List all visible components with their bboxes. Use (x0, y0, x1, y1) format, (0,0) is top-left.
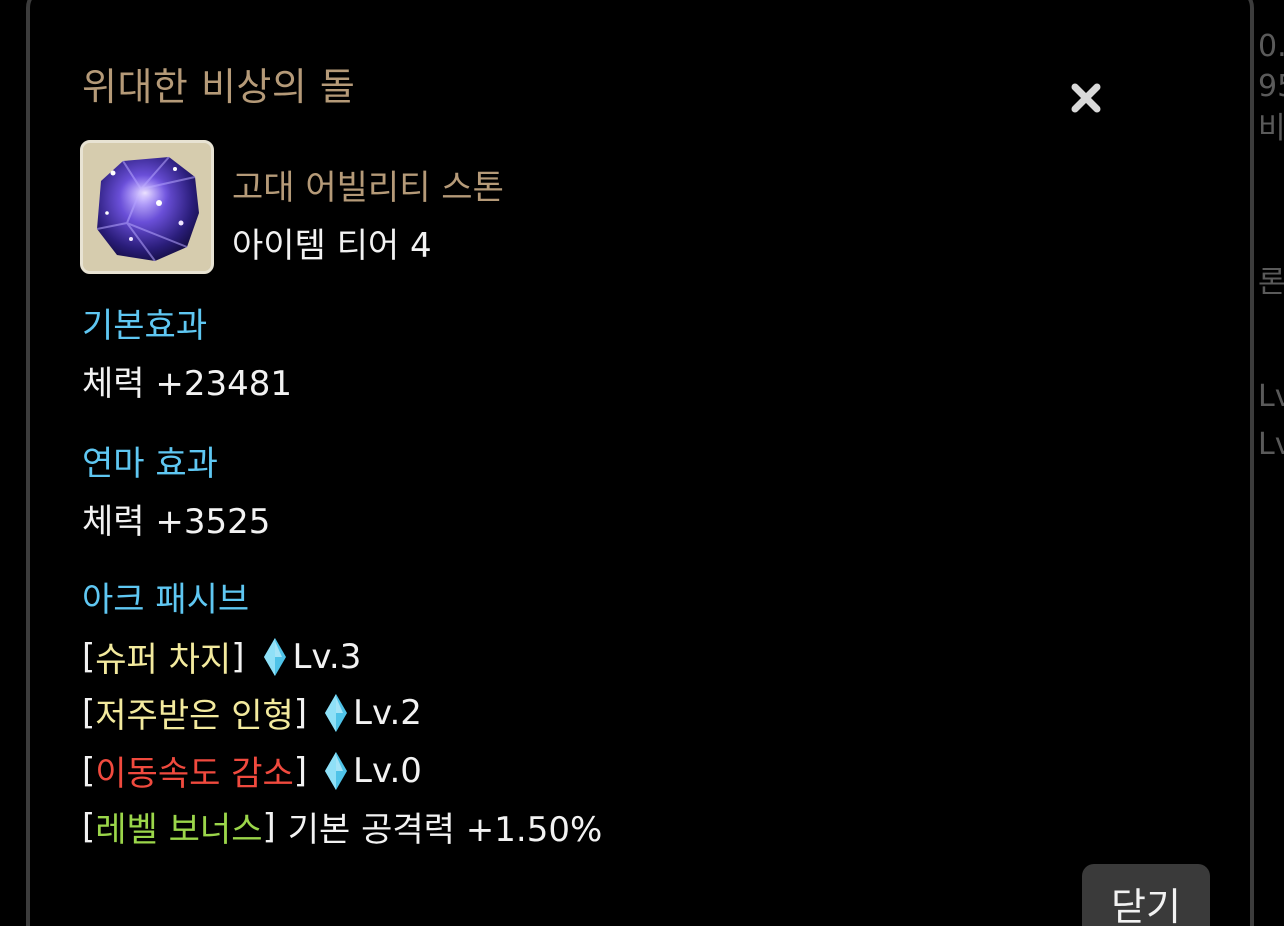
bracket-open: [ (82, 636, 96, 677)
level-bonus-value: 기본 공격력 +1.50% (287, 810, 603, 850)
background-text: 론스 (1258, 265, 1284, 300)
ability-stone-image (83, 143, 211, 271)
bracket-open: [ (82, 750, 96, 791)
dialog-title: 위대한 비상의 돌 (82, 65, 356, 109)
level-bonus-line: [레벨 보너스] 기본 공격력 +1.50% (82, 802, 602, 851)
ark-passive-item: [저주받은 인형] Lv.2 (82, 688, 422, 737)
item-category: 고대 어빌리티 스톤 (232, 168, 504, 208)
background-text: 0. (1258, 29, 1284, 64)
close-icon[interactable] (1066, 78, 1106, 118)
background-text: Lv (1258, 427, 1284, 462)
bracket-close: ] (231, 636, 245, 677)
item-tier: 아이템 티어 4 (232, 226, 432, 266)
ark-passive-level: Lv.2 (353, 692, 422, 733)
close-button[interactable]: 닫기 (1082, 864, 1210, 926)
bracket-close: ] (293, 692, 308, 733)
ark-passive-heading: 아크 패시브 (82, 580, 250, 620)
bracket-close: ] (262, 806, 276, 847)
ability-stone-icon (80, 140, 214, 274)
ark-passive-item: [이동속도 감소] Lv.0 (82, 746, 422, 795)
ark-passive-name: 이동속도 감소 (95, 754, 294, 794)
polish-effect-value: 체력 +3525 (82, 502, 271, 542)
item-tooltip-dialog: 위대한 비상의 돌 고대 어빌리티 스톤 아이템 티어 4 기본효과 체력 +2… (26, 0, 1254, 926)
background-text: Lv (1258, 379, 1284, 414)
base-effect-value: 체력 +23481 (82, 364, 293, 404)
base-effect-heading: 기본효과 (82, 306, 208, 346)
close-icon (1071, 83, 1101, 113)
screen: 0. 95 비속 론스 Lv Lv 위대한 비상의 돌 (0, 0, 1284, 926)
bracket-open: [ (82, 692, 96, 733)
crystal-icon (325, 751, 348, 790)
bracket-close: ] (293, 750, 308, 791)
level-bonus-name: 레벨 보너스 (95, 810, 263, 850)
background-text: 비속 (1258, 111, 1284, 146)
ark-passive-level: Lv.0 (353, 750, 422, 791)
crystal-icon (325, 693, 348, 732)
ark-passive-name: 저주받은 인형 (95, 696, 294, 736)
ark-passive-item: [슈퍼 차지] Lv.3 (82, 632, 361, 681)
ark-passive-name: 슈퍼 차지 (95, 640, 232, 680)
polish-effect-heading: 연마 효과 (82, 444, 218, 484)
background-text: 95 (1258, 69, 1284, 104)
background-page-fragments: 0. 95 비속 론스 Lv Lv (1258, 0, 1284, 926)
bracket-open: [ (82, 806, 96, 847)
crystal-icon (264, 637, 287, 676)
ark-passive-level: Lv.3 (292, 636, 362, 677)
